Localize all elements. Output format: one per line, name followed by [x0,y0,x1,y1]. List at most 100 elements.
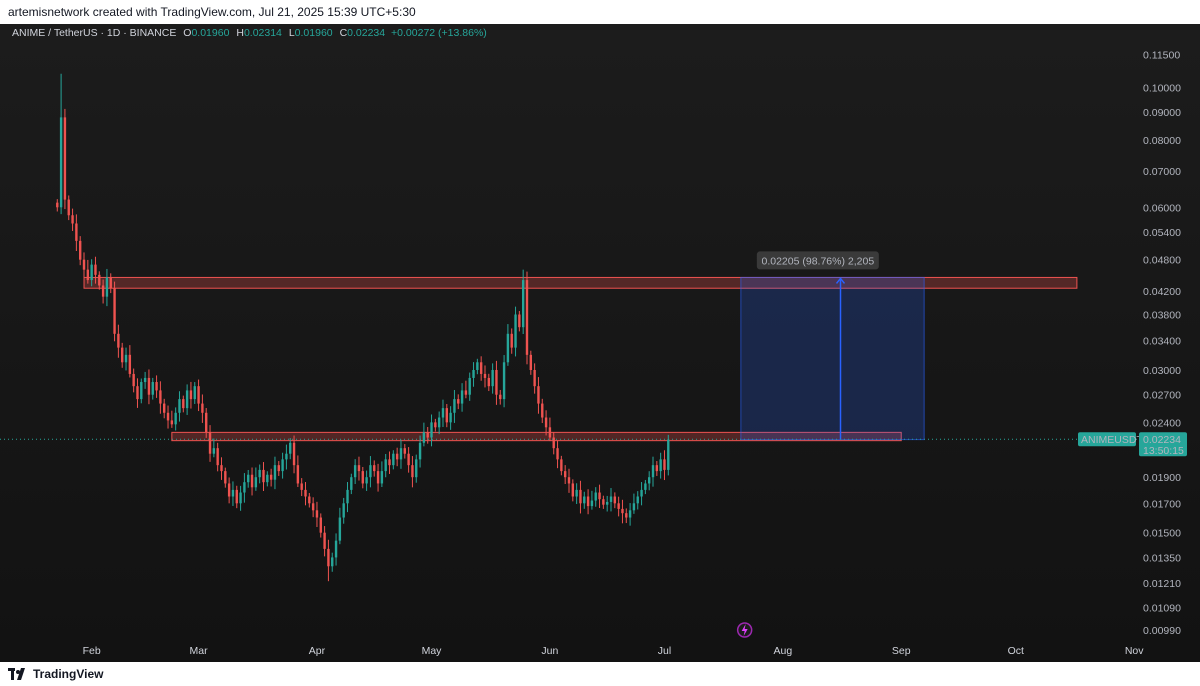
price-axis-tick: 0.03800 [1143,310,1181,322]
price-axis-tick: 0.01500 [1143,528,1181,540]
candle-body [308,496,311,504]
bar-countdown: 13:50:15 [1143,445,1184,457]
candle-body [143,377,147,383]
candle-body [430,422,433,438]
candle-body [415,459,418,478]
candle-body [277,465,280,472]
price-axis-tick: 0.06000 [1143,202,1181,214]
candle-body [510,333,513,348]
price-chart[interactable]: 0.11500 0.10000 0.09000 0.08000 0.07000 0.060… [0,24,1200,662]
candle-body [78,240,82,260]
candle-body [640,489,643,497]
candle-body [571,483,575,497]
candle-body [300,483,303,490]
candle-body [453,399,456,413]
candle-body [563,471,567,478]
price-axis-tick: 0.07000 [1143,166,1181,178]
candle-body [625,513,628,518]
symbol-title: ANIME / TetherUS · 1D · BINANCE [12,27,177,39]
price-axis-tick: 0.09000 [1143,107,1181,119]
candle-body [132,373,135,387]
candle-body [224,471,227,484]
candle-body [632,503,636,511]
candle-body [109,277,112,289]
time-axis-tick: Feb [83,645,101,657]
candle-body [182,399,185,409]
candle-body [147,377,151,395]
candle-body [445,408,448,423]
time-axis-tick: Mar [190,645,209,657]
price-axis-tick: 0.03000 [1143,365,1181,377]
candle-body [216,448,219,466]
candle-body [556,448,559,460]
candle-body [479,362,483,374]
candle-body [403,448,406,454]
price-axis-tick: 0.03400 [1143,336,1181,348]
price-axis-tick: 0.01700 [1143,498,1181,510]
price-axis-tick: 0.04200 [1143,286,1181,298]
candle-body [205,412,208,433]
candle-body [220,465,223,472]
candle-body [361,471,364,484]
candle-body [63,117,67,200]
candle-body [247,474,250,483]
candle-body [457,399,460,404]
candle-body [380,471,384,484]
time-axis-tick: Nov [1125,645,1144,657]
chart-caption-bar: artemisnetwork created with TradingView.… [0,0,1200,24]
candle-body [350,477,353,490]
candle-body [487,377,491,387]
tradingview-logo-icon [8,668,25,680]
candle-body [117,333,120,348]
candle-body [548,427,552,438]
time-axis-tick: May [422,645,443,657]
candle-body [86,269,90,281]
candle-body [71,215,74,224]
chart-area[interactable]: 0.11500 0.10000 0.09000 0.08000 0.07000 0.060… [0,24,1200,662]
price-range-label: 0.02205 (98.76%) 2,205 [762,255,875,267]
candle-body [266,474,269,483]
price-range-box [740,276,925,441]
candle-body [208,432,212,454]
candle-body [518,314,521,328]
candle-body [617,503,620,509]
candle-body [659,459,662,472]
candle-body [460,390,464,404]
candle-body [273,465,277,480]
candle-body [239,492,242,504]
candle-body [193,386,196,400]
candle-body [67,199,70,216]
candle-body [628,510,632,518]
candle-body [521,280,525,328]
candle-body [262,469,265,483]
candle-body [529,354,533,370]
candle-body [583,496,586,504]
candle-body [502,362,506,400]
candle-body [655,465,659,472]
candle-body [56,202,59,208]
candle-body [541,403,544,418]
candle-body [151,382,154,395]
candle-body [609,496,613,502]
candle-body [376,471,380,484]
candle-body [243,482,246,493]
candle-body [170,420,174,425]
candle-body [537,386,540,404]
candle-body [506,333,510,363]
candle-body [75,223,78,241]
candle-body [449,412,452,423]
candle-body [254,477,258,488]
candle-body [373,465,376,472]
candle-body [594,492,597,501]
candle-body [369,465,372,478]
candle-body [174,412,177,425]
candle-body [289,442,292,454]
price-axis-tick: 0.02700 [1143,390,1181,402]
high-label: H [236,27,244,39]
candle-body [602,499,605,505]
candle-body [163,403,166,413]
candle-body [560,459,563,472]
candle-body [90,264,93,281]
candle-body [434,422,437,428]
candle-body [472,369,475,378]
